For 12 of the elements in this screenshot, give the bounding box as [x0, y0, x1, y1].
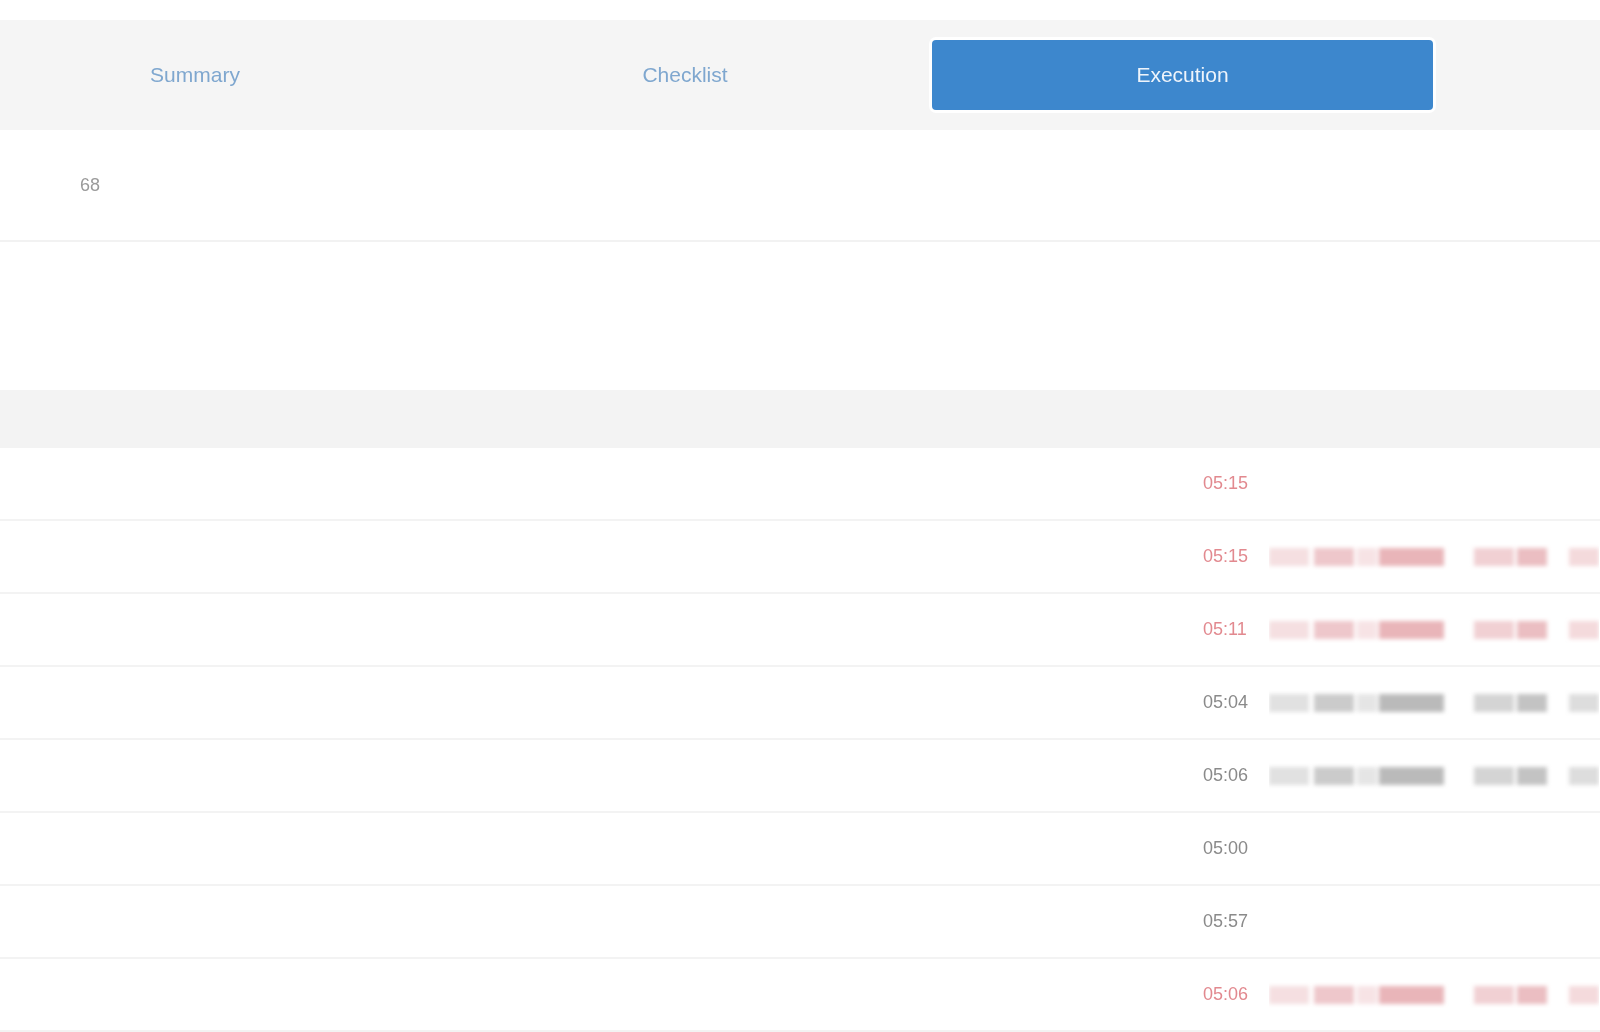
count-label: 68 [80, 174, 101, 196]
time-label: 05:06 [1203, 984, 1250, 1005]
tab[interactable]: Checklist [440, 40, 930, 110]
time-label: 05:04 [1203, 692, 1250, 713]
time-label: 05:15 [1203, 473, 1250, 494]
tab[interactable]: Summary [0, 40, 390, 110]
tab[interactable]: Execution [932, 40, 1433, 110]
time-label: 05:57 [1203, 911, 1250, 932]
time-label: 05:15 [1203, 546, 1250, 567]
time-label: 05:06 [1203, 765, 1250, 786]
time-label: 05:11 [1203, 619, 1248, 640]
time-label: 05:00 [1203, 838, 1250, 859]
